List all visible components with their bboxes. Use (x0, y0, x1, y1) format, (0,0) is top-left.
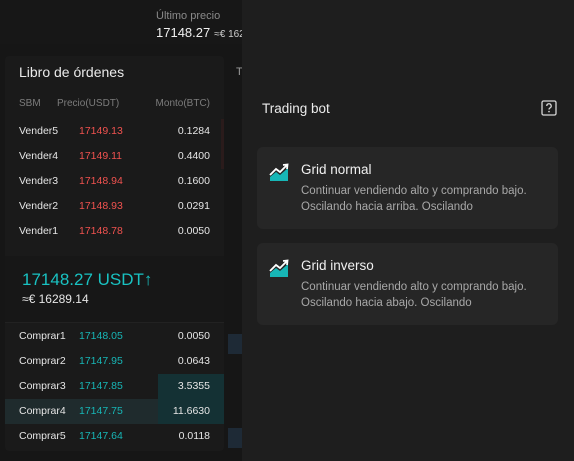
last-price-number: 17148.27 (156, 25, 211, 40)
ask-label: Vender1 (19, 225, 59, 237)
ask-row[interactable]: Vender4 17149.11 0.4400 (5, 144, 224, 169)
ask-price: 17148.93 (79, 200, 123, 212)
mid-price-block: 17148.27 USDT↑ ≈€ 16289.14 (5, 256, 224, 322)
bid-row[interactable]: Comprar5 17147.64 0.0118 (5, 424, 224, 449)
panel-title: Trading bot (262, 101, 330, 116)
ask-price: 17149.13 (79, 125, 123, 137)
ticker-header: Último precio 17148.27 ≈€ 162 (0, 0, 245, 44)
last-price-label: Último precio (156, 10, 221, 22)
ask-label: Vender5 (19, 125, 59, 137)
bid-label: Comprar1 (19, 330, 66, 342)
card-description: Continuar vendiendo alto y comprando baj… (301, 281, 527, 309)
order-book: Libro de órdenes SBM Precio(USDT) Monto(… (5, 56, 224, 451)
bid-price: 17147.95 (79, 355, 123, 367)
bid-amount: 3.5355 (177, 380, 210, 392)
bid-price: 17147.64 (79, 430, 123, 442)
ask-price: 17149.11 (79, 150, 123, 162)
ask-label: Vender4 (19, 150, 59, 162)
last-price-value: 17148.27 ≈€ 162 (156, 25, 245, 40)
bid-label: Comprar4 (19, 405, 66, 417)
card-description: Continuar vendiendo alto y comprando baj… (301, 185, 527, 213)
bid-label: Comprar5 (19, 430, 66, 442)
ask-price: 17148.94 (79, 175, 123, 187)
ask-amount: 0.0050 (177, 225, 210, 237)
ask-row[interactable]: Vender2 17148.93 0.0291 (5, 194, 224, 219)
column-price: Precio(USDT) (57, 98, 120, 109)
mid-price-conversion: ≈€ 16289.14 (22, 292, 89, 306)
bid-price: 17148.05 (79, 330, 123, 342)
depth-bar (221, 144, 224, 169)
bid-amount: 0.0050 (177, 330, 210, 342)
bid-label: Comprar2 (19, 355, 66, 367)
mid-price: 17148.27 USDT↑ (22, 270, 153, 289)
bid-amount: 0.0643 (177, 355, 210, 367)
bid-row[interactable]: Comprar1 17148.05 0.0050 (5, 324, 224, 349)
grid-inverse-card[interactable]: Grid inverso Continuar vendiendo alto y … (257, 243, 558, 325)
column-side: SBM (19, 98, 41, 109)
last-price-conversion: ≈€ 162 (214, 29, 245, 40)
ask-amount: 0.1600 (177, 175, 210, 187)
help-icon[interactable] (541, 100, 557, 116)
bid-price: 17147.85 (79, 380, 123, 392)
background-depth-bar (228, 428, 242, 448)
bid-row[interactable]: Comprar3 17147.85 3.5355 (5, 374, 224, 399)
background-depth-bar (228, 334, 242, 354)
trend-chart-icon (269, 259, 289, 277)
card-title: Grid inverso (301, 258, 374, 273)
bid-amount: 11.6630 (172, 405, 210, 417)
bid-amount: 0.0118 (178, 430, 210, 442)
ask-row[interactable]: Vender3 17148.94 0.1600 (5, 169, 224, 194)
order-book-title: Libro de órdenes (19, 64, 125, 80)
card-title: Grid normal (301, 162, 372, 177)
grid-normal-card[interactable]: Grid normal Continuar vendiendo alto y c… (257, 147, 558, 229)
column-amount: Monto(BTC) (155, 98, 210, 109)
ask-amount: 0.4400 (177, 150, 210, 162)
trading-bot-panel: Trading bot Grid normal Continuar vendie… (242, 0, 574, 461)
bid-row[interactable]: Comprar4 17147.75 11.6630 (5, 399, 224, 424)
bid-row[interactable]: Comprar2 17147.95 0.0643 (5, 349, 224, 374)
trend-chart-icon (269, 163, 289, 181)
ask-row[interactable]: Vender5 17149.13 0.1284 (5, 119, 224, 144)
bid-label: Comprar3 (19, 380, 66, 392)
ask-label: Vender2 (19, 200, 59, 212)
depth-bar (221, 119, 224, 144)
ask-amount: 0.0291 (177, 200, 210, 212)
divider (5, 322, 224, 323)
ask-label: Vender3 (19, 175, 59, 187)
ask-price: 17148.78 (79, 225, 123, 237)
ask-row[interactable]: Vender1 17148.78 0.0050 (5, 219, 224, 244)
ask-amount: 0.1284 (177, 125, 210, 137)
bid-price: 17147.75 (79, 405, 123, 417)
